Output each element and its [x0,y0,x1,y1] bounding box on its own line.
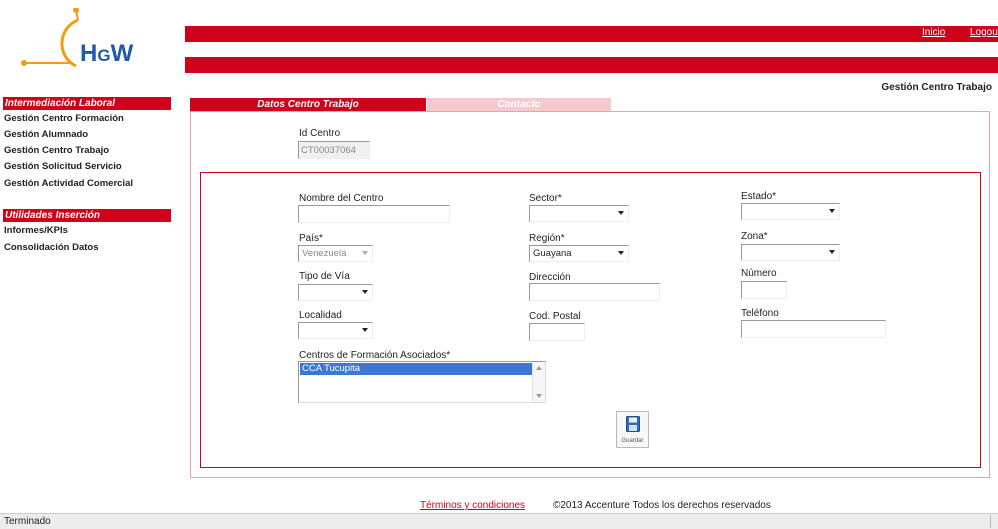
floppy-disk-icon [626,416,640,432]
save-button-label: Guardar [621,438,644,444]
tab-datos-centro[interactable]: Datos Centro Trabajo [190,98,426,111]
sidebar-item-informes[interactable]: Informes/KPIs [4,225,68,237]
logo-text: HGW [80,40,134,67]
region-select[interactable]: Guayana [529,245,629,262]
list-item[interactable]: CCA Tucupita [300,363,533,375]
id-centro-label: Id Centro [299,128,341,139]
page-title: Gestión Centro Trabajo [881,82,992,93]
scroll-down-icon[interactable] [536,394,542,398]
center-bar: CCA Tucupita [185,57,998,126]
cod-postal-label: Cod. Postal [529,311,581,322]
chevron-down-icon [362,251,368,255]
tipo-via-label: Tipo de Vía [299,271,350,282]
sector-label: Sector* [529,193,562,204]
nombre-input[interactable] [298,205,450,223]
sector-select[interactable] [529,205,629,222]
tab-contacto[interactable]: Contacto [427,98,611,111]
copyright-text: ©2013 Accenture Todos los derechos reser… [553,500,771,511]
pais-select: Venezuela [298,245,373,262]
direccion-input[interactable] [529,283,660,301]
zona-select[interactable] [741,244,840,261]
cod-postal-input[interactable] [529,323,585,341]
browser-status-bar: Terminado [0,513,998,529]
status-text: Terminado [4,516,51,527]
pais-label: País* [299,233,323,244]
chevron-down-icon [618,251,624,255]
nombre-label: Nombre del Centro [299,193,384,204]
sidebar-item-centro-trabajo[interactable]: Gestión Centro Trabajo [4,145,109,157]
region-label: Región* [529,233,565,244]
top-nav-bar [185,26,998,42]
chevron-down-icon [829,250,835,254]
telefono-label: Teléfono [741,308,779,319]
numero-label: Número [741,268,777,279]
sidebar-item-actividad-comercial[interactable]: Gestión Actividad Comercial [4,178,133,190]
numero-input[interactable] [741,281,787,299]
centros-formacion-listbox[interactable]: CCA Tucupita [298,361,546,403]
telefono-input[interactable] [741,320,886,338]
chevron-down-icon [362,290,368,294]
chevron-down-icon [829,209,835,213]
sidebar-item-centro-formacion[interactable]: Gestión Centro Formación [4,113,124,125]
tipo-via-select[interactable] [298,284,373,301]
estado-label: Estado* [741,191,777,202]
id-centro-field: CT00037064 [298,141,370,159]
sidebar-item-solicitud-servicio[interactable]: Gestión Solicitud Servicio [4,161,122,173]
terms-link[interactable]: Términos y condiciones [420,500,525,511]
chevron-down-icon [362,328,368,332]
chevron-down-icon [618,211,624,215]
listbox-scrollbar[interactable] [532,362,545,402]
sidebar-group-utilidades: Utilidades Inserción [3,209,171,222]
save-button[interactable]: Guardar [616,411,649,448]
direccion-label: Dirección [529,272,571,283]
home-link[interactable]: Inicio [922,27,945,38]
sidebar-group-intermediacion: Intermediación Laboral [3,97,171,110]
hgw-logo: HGW [18,7,168,78]
sidebar-item-alumnado[interactable]: Gestión Alumnado [4,129,88,141]
status-divider [990,515,996,528]
centros-formacion-label: Centros de Formación Asociados* [299,350,451,361]
estado-select[interactable] [741,203,840,220]
logout-link[interactable]: Logout [970,27,998,38]
scroll-up-icon[interactable] [536,366,542,370]
localidad-select[interactable] [298,322,373,339]
localidad-label: Localidad [299,310,342,321]
sidebar-item-consolidacion[interactable]: Consolidación Datos [4,242,98,254]
zona-label: Zona* [741,231,768,242]
